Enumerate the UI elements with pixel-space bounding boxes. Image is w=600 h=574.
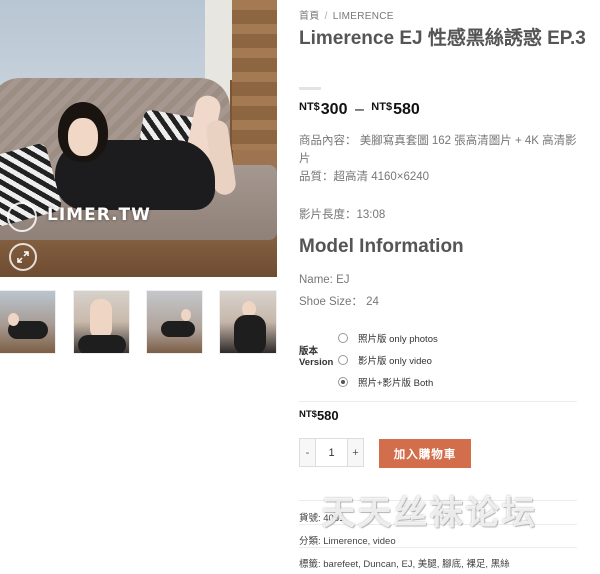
thumbnail-1[interactable] xyxy=(0,290,56,354)
currency-symbol: NT$ xyxy=(371,101,393,113)
divider xyxy=(299,547,577,548)
thumb-face xyxy=(181,309,191,321)
watermark-logo-icon xyxy=(7,202,37,232)
breadcrumb-separator: / xyxy=(324,11,328,22)
breadcrumb-home-link[interactable]: 首頁 xyxy=(299,11,320,22)
version-option-both[interactable]: 照片+影片版 Both xyxy=(338,375,433,389)
photo-stairs xyxy=(232,0,277,150)
divider xyxy=(299,401,577,402)
price-dash: – xyxy=(354,101,364,118)
breadcrumb-category-link[interactable]: LIMERENCE xyxy=(333,11,394,22)
thumbnail-2[interactable] xyxy=(73,290,130,354)
currency-symbol: NT$ xyxy=(299,409,317,420)
selected-price: NT$580 xyxy=(299,408,339,423)
quality-line: 品質：超高清 4160×6240 xyxy=(299,171,430,183)
version-option-video[interactable]: 影片版 only video xyxy=(338,353,432,367)
breadcrumb: 首頁 / LIMERENCE xyxy=(299,7,394,22)
version-label: 版本 Version xyxy=(299,346,334,368)
price-max: 580 xyxy=(393,101,420,118)
product-title: Limerence EJ 性感黑絲誘惑 EP.3 xyxy=(299,28,586,49)
photo-model-face xyxy=(68,118,98,156)
radio-button-selected[interactable] xyxy=(338,377,348,387)
thumb-figure xyxy=(234,315,266,353)
product-tags[interactable]: 標籤: barefeet, Duncan, EJ, 美腿, 腳底, 裸足, 黑絲 xyxy=(299,556,510,570)
option-label: 影片版 only video xyxy=(358,356,432,367)
overlay-watermark: 天天丝袜论坛 xyxy=(322,493,538,532)
version-option-photos[interactable]: 照片版 only photos xyxy=(338,331,438,345)
model-heading: Model Information xyxy=(299,236,464,257)
title-divider xyxy=(299,87,321,90)
duration-line: 影片長度：13:08 xyxy=(299,209,386,221)
option-label: 照片+影片版 Both xyxy=(358,378,434,389)
quantity-stepper: - 1 + xyxy=(299,438,364,467)
thumb-legs xyxy=(90,299,112,339)
quantity-plus-button[interactable]: + xyxy=(347,438,364,467)
thumbnail-strip xyxy=(0,290,277,354)
content-line: 商品內容： 美腳寫真套圖 162 張高清圖片 + 4K 高清影片 xyxy=(299,135,577,165)
model-name: Name: EJ xyxy=(299,274,350,286)
selected-price-amount: 580 xyxy=(316,408,339,423)
thumb-face xyxy=(8,313,19,326)
thumbnail-4[interactable] xyxy=(219,290,277,354)
option-label: 照片版 only photos xyxy=(358,334,438,345)
radio-button[interactable] xyxy=(338,333,348,343)
quantity-input[interactable]: 1 xyxy=(316,438,347,467)
thumb-figure xyxy=(78,335,126,353)
currency-symbol: NT$ xyxy=(299,101,320,113)
price-range: NT$300 – NT$580 xyxy=(299,101,420,119)
zoom-icon[interactable] xyxy=(9,243,37,271)
image-watermark: LIMER.TW xyxy=(47,205,151,225)
model-shoe-size: Shoe Size： 24 xyxy=(299,296,379,308)
product-description: 商品內容： 美腳寫真套圖 162 張高清圖片 + 4K 高清影片 品質：超高清 … xyxy=(299,132,584,186)
product-categories[interactable]: 分類: Limerence, video xyxy=(299,533,396,547)
radio-button[interactable] xyxy=(338,355,348,365)
thumb-figure xyxy=(161,321,195,337)
main-product-image[interactable]: LIMER.TW xyxy=(0,0,277,277)
quantity-minus-button[interactable]: - xyxy=(299,438,316,467)
add-to-cart-button[interactable]: 加入購物車 xyxy=(379,439,471,468)
price-min: 300 xyxy=(320,101,348,118)
thumbnail-3[interactable] xyxy=(146,290,203,354)
